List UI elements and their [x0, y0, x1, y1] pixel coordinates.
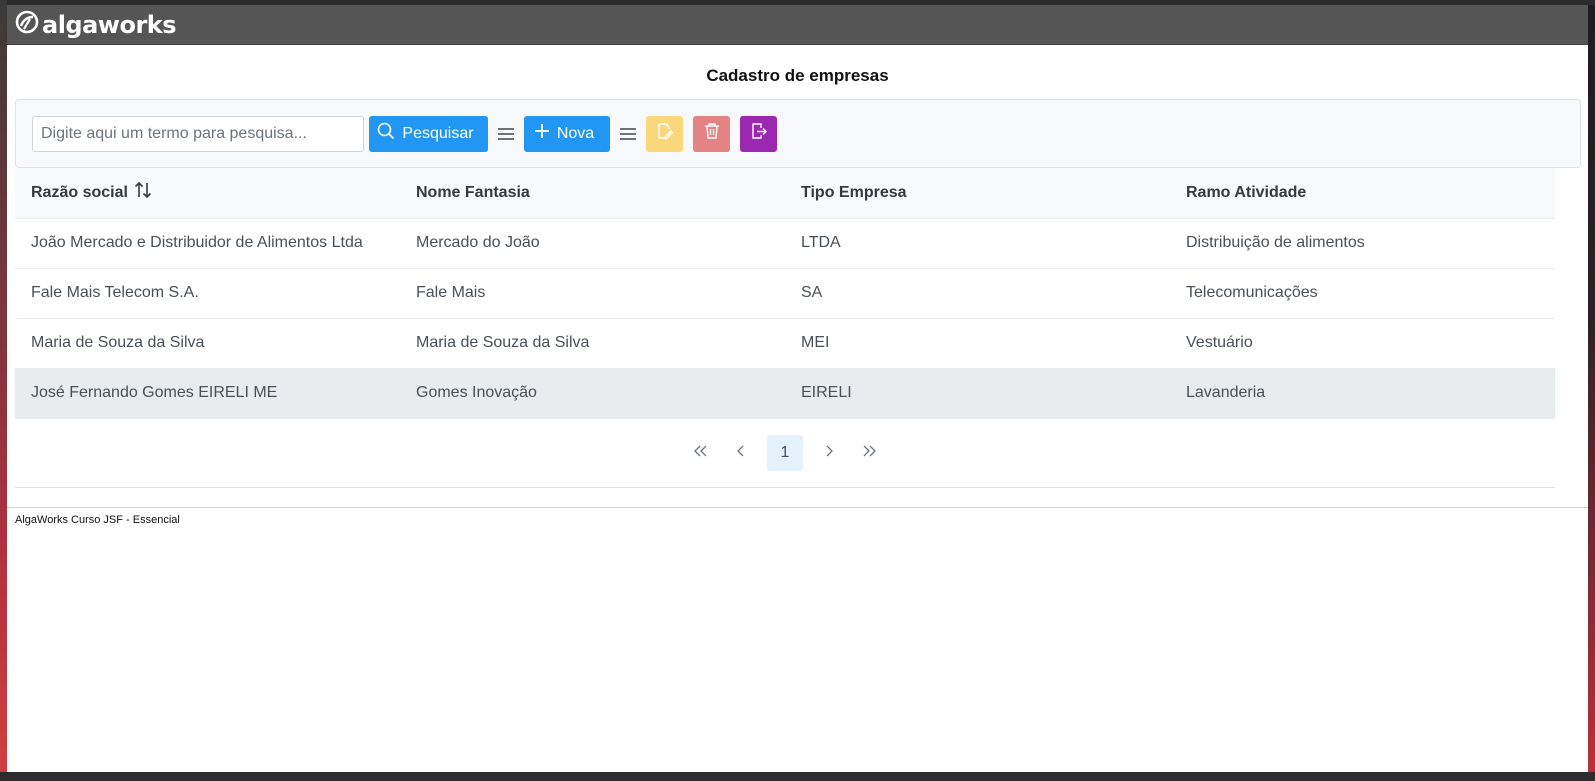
trash-icon	[703, 122, 721, 145]
top-bar: algaworks	[7, 5, 1588, 45]
export-button[interactable]	[740, 115, 777, 152]
cell-ramo-atividade: Vestuário	[1170, 318, 1555, 369]
footer-text: AlgaWorks Curso JSF - Essencial	[15, 513, 180, 526]
paginator: 1	[15, 419, 1555, 488]
table-header-row: Razão social Nome Fantasia Tipo Empresa	[15, 168, 1555, 219]
chevron-left-icon	[736, 444, 746, 462]
table-row[interactable]: João Mercado e Distribuidor de Alimentos…	[15, 218, 1555, 269]
cell-ramo-atividade: Telecomunicações	[1170, 268, 1555, 319]
cell-nome-fantasia: Mercado do João	[400, 218, 785, 269]
cell-razao-social: Fale Mais Telecom S.A.	[15, 268, 400, 319]
search-button[interactable]: Pesquisar	[369, 115, 488, 152]
new-button-label: Nova	[556, 124, 595, 142]
menu-separator-icon	[488, 116, 524, 152]
column-header-label: Razão social	[31, 183, 128, 201]
brand-name: algaworks	[42, 10, 177, 39]
algaworks-logo-icon	[15, 10, 39, 39]
next-page-button[interactable]	[811, 435, 847, 471]
page-button-current[interactable]: 1	[767, 434, 803, 471]
search-button-label: Pesquisar	[402, 124, 474, 142]
menu-separator-icon	[610, 116, 646, 152]
page-title: Cadastro de empresas	[706, 66, 889, 85]
last-page-button[interactable]	[851, 435, 887, 471]
desktop-background	[0, 0, 7, 781]
taskbar	[0, 772, 1595, 781]
export-icon	[750, 122, 768, 145]
cell-razao-social: João Mercado e Distribuidor de Alimentos…	[15, 218, 400, 269]
column-header-tipo-empresa: Tipo Empresa	[785, 168, 1170, 219]
cell-ramo-atividade: Distribuição de alimentos	[1170, 218, 1555, 269]
double-chevron-left-icon	[693, 444, 709, 462]
first-page-button[interactable]	[683, 435, 719, 471]
column-header-nome-fantasia: Nome Fantasia	[400, 168, 785, 219]
edit-icon	[656, 122, 674, 145]
prev-page-button[interactable]	[723, 435, 759, 471]
new-button[interactable]: Nova	[524, 115, 610, 152]
browser-viewport: algaworks Cadastro de empresas Pesquisar	[7, 5, 1588, 772]
cell-nome-fantasia: Gomes Inovação	[400, 368, 785, 419]
search-icon	[377, 122, 395, 145]
footer-divider	[7, 488, 1588, 508]
chevron-right-icon	[824, 444, 834, 462]
table-row-hovered[interactable]: José Fernando Gomes EIRELI ME Gomes Inov…	[15, 368, 1555, 419]
sort-icon[interactable]	[134, 181, 152, 204]
cell-tipo-empresa: LTDA	[785, 218, 1170, 269]
column-header-ramo-atividade: Ramo Atividade	[1170, 168, 1555, 219]
cell-tipo-empresa: EIRELI	[785, 368, 1170, 419]
brand-logo[interactable]: algaworks	[15, 10, 177, 39]
cell-razao-social: Maria de Souza da Silva	[15, 318, 400, 369]
cell-nome-fantasia: Maria de Souza da Silva	[400, 318, 785, 369]
toolbar: Pesquisar Nova	[15, 99, 1581, 168]
cell-nome-fantasia: Fale Mais	[400, 268, 785, 319]
cell-ramo-atividade: Lavanderia	[1170, 368, 1555, 419]
cell-tipo-empresa: MEI	[785, 318, 1170, 369]
column-header-razao-social[interactable]: Razão social	[15, 168, 400, 219]
plus-icon	[534, 123, 550, 144]
delete-button[interactable]	[693, 115, 730, 152]
search-input[interactable]	[32, 115, 364, 152]
table-row[interactable]: Maria de Souza da Silva Maria de Souza d…	[15, 318, 1555, 369]
cell-tipo-empresa: SA	[785, 268, 1170, 319]
cell-razao-social: José Fernando Gomes EIRELI ME	[15, 368, 400, 419]
companies-table: Razão social Nome Fantasia Tipo Empresa	[15, 168, 1555, 419]
table-row[interactable]: Fale Mais Telecom S.A. Fale Mais SA Tele…	[15, 268, 1555, 319]
edit-button[interactable]	[646, 115, 683, 152]
double-chevron-right-icon	[861, 444, 877, 462]
